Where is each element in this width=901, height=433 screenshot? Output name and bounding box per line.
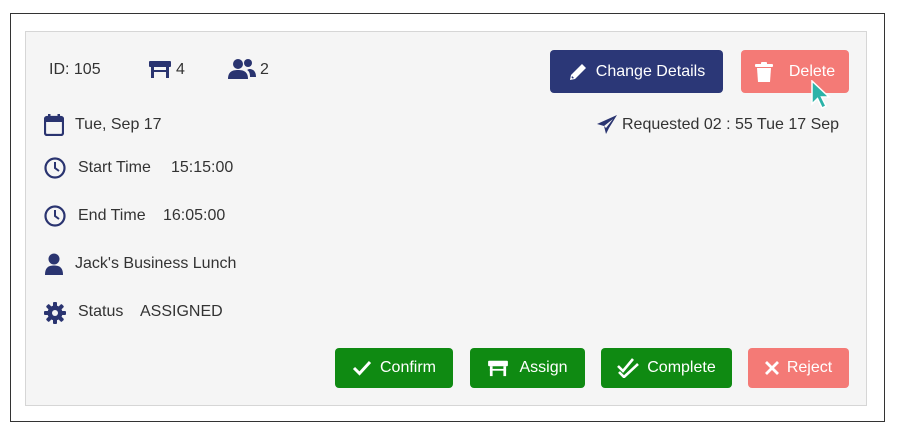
mouse-cursor-icon <box>810 79 832 115</box>
guests-count: 2 <box>260 61 269 78</box>
requested-time: Requested 02 : 55 Tue 17 Sep <box>622 116 840 133</box>
double-check-icon <box>617 358 640 378</box>
booking-date: Tue, Sep 17 <box>75 116 162 133</box>
reject-button[interactable]: Reject <box>748 348 849 388</box>
gear-icon <box>44 302 66 329</box>
change-details-label: Change Details <box>595 62 706 80</box>
clock-icon <box>44 205 66 232</box>
clock-icon <box>44 157 66 184</box>
confirm-button[interactable]: Confirm <box>335 348 453 388</box>
change-details-button[interactable]: Change Details <box>550 50 723 93</box>
status-label: Status <box>78 303 124 320</box>
reject-label: Reject <box>786 359 833 376</box>
table-icon <box>148 59 172 84</box>
booking-id: ID: 105 <box>49 61 101 78</box>
confirm-label: Confirm <box>379 359 436 376</box>
complete-label: Complete <box>647 359 716 376</box>
delete-button[interactable]: Delete <box>741 50 849 93</box>
users-icon <box>228 58 256 85</box>
close-icon <box>764 361 779 375</box>
tables-count: 4 <box>176 61 185 78</box>
booking-name: Jack's Business Lunch <box>75 255 237 272</box>
pencil-icon <box>569 63 586 80</box>
user-icon <box>45 253 63 280</box>
check-icon <box>352 360 372 376</box>
complete-button[interactable]: Complete <box>601 348 732 388</box>
trash-icon <box>754 61 773 82</box>
end-time-label: End Time <box>78 207 146 224</box>
booking-card: ID: 105 4 2 Change Details Delete Tue, S… <box>25 31 867 406</box>
start-time-label: Start Time <box>78 159 151 176</box>
assign-button[interactable]: Assign <box>470 348 585 388</box>
assign-label: Assign <box>519 359 568 376</box>
status-value: ASSIGNED <box>140 303 223 320</box>
table-icon <box>488 360 509 377</box>
delete-label: Delete <box>788 62 836 80</box>
start-time-value: 15:15:00 <box>171 159 234 176</box>
calendar-icon <box>43 114 65 141</box>
end-time-value: 16:05:00 <box>163 207 226 224</box>
paper-plane-icon <box>596 114 618 141</box>
